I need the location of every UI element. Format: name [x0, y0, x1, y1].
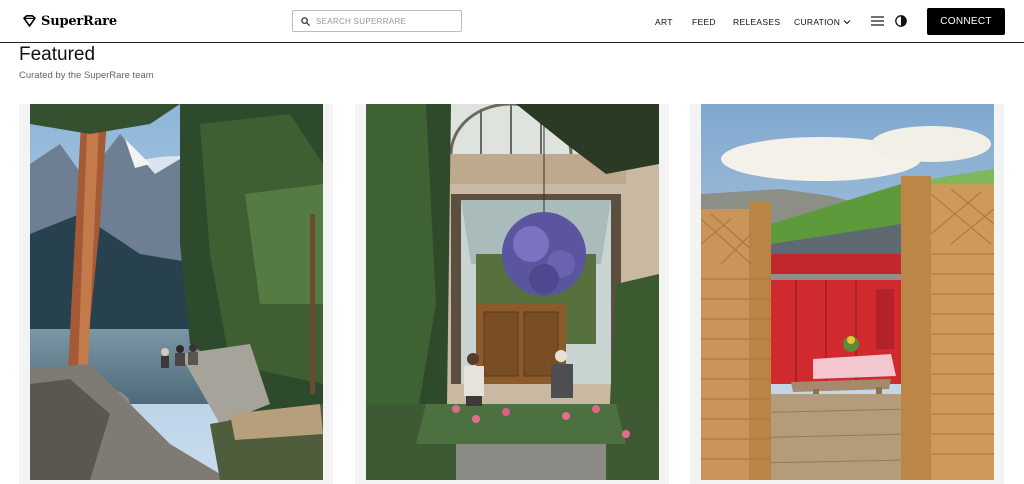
- hamburger-menu-icon[interactable]: [871, 16, 884, 26]
- nav-feed[interactable]: FEED: [692, 16, 716, 28]
- search-input[interactable]: [316, 16, 456, 26]
- diamond-icon: [23, 15, 36, 27]
- nav-curation-label: CURATION: [794, 17, 841, 27]
- section-subtitle: Curated by the SuperRare team: [19, 70, 154, 81]
- top-nav-bar: SuperRare ART FEED RELEASES CURATION CON…: [0, 0, 1024, 43]
- search-box[interactable]: [292, 10, 462, 32]
- artwork-image[interactable]: [30, 104, 323, 480]
- contrast-toggle-icon[interactable]: [895, 15, 907, 27]
- artwork-image[interactable]: [366, 104, 659, 480]
- section-title: Featured: [19, 44, 96, 65]
- artwork-image[interactable]: [701, 104, 994, 480]
- connect-button[interactable]: CONNECT: [927, 8, 1005, 35]
- search-icon: [301, 16, 310, 26]
- chevron-down-icon: [843, 20, 851, 25]
- superrare-logo[interactable]: SuperRare: [23, 12, 117, 30]
- artwork-card[interactable]: [690, 104, 1004, 484]
- artwork-card[interactable]: [19, 104, 333, 484]
- artwork-card[interactable]: [355, 104, 669, 484]
- nav-releases[interactable]: RELEASES: [733, 16, 780, 28]
- nav-art[interactable]: ART: [655, 16, 673, 28]
- brand-name: SuperRare: [41, 13, 117, 29]
- nav-curation-dropdown[interactable]: CURATION: [794, 16, 851, 28]
